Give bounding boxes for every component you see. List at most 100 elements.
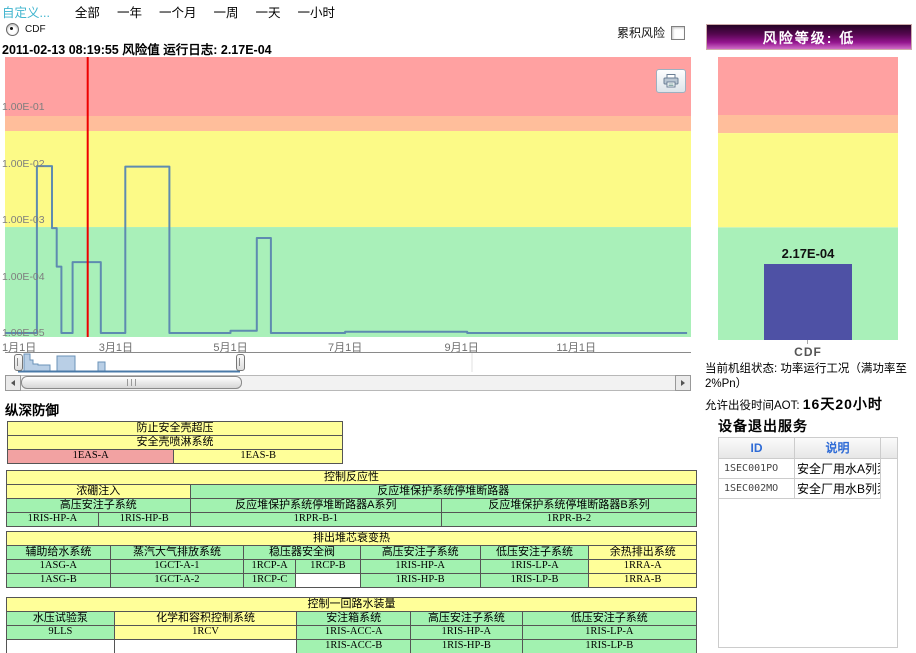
unit-status-label: 当前机组状态: [705,363,777,375]
table-row: 9LLS1RCV1RIS-ACC-A1RIS-HP-A1RIS-LP-A [7,625,696,639]
band-high-risk [5,57,691,116]
cumulative-risk-control: 累积风险 [617,24,685,41]
table-row: 防止安全壳超压 [8,422,342,435]
column-header-id[interactable]: ID [719,438,795,458]
status-cell: 1RIS-ACC-A [296,626,410,639]
status-cell: 反应堆保护系统停堆断路器 [190,485,696,498]
table-row: 1RIS-HP-A1RIS-HP-B1RPR-B-11RPR-B-2 [7,512,696,526]
empty-cell [114,640,297,653]
defense-table-0: 防止安全壳超压安全壳喷淋系统1EAS-A1EAS-B [7,421,343,464]
status-cell: 1RCP-B [295,560,360,573]
range-link-1[interactable]: 一年 [117,2,142,21]
table-row: 1RIS-ACC-B1RIS-HP-B1RIS-LP-B [7,639,696,653]
band-medium-risk [5,131,691,227]
status-cell: 蒸汽大气排放系统 [110,546,244,559]
status-cell: 1ASG-B [7,574,110,587]
defense-table-3: 控制一回路水装量水压试验泵化学和容积控制系统安注箱系统高压安注子系统低压安注子系… [6,597,697,653]
status-cell: 1RIS-HP-A [360,560,480,573]
status-cell: 浓硼注入 [7,485,190,498]
table-row: 浓硼注入反应堆保护系统停堆断路器 [7,484,696,498]
y-tick-label: 1.00E-01 [2,101,45,113]
radio-icon[interactable] [6,23,19,36]
status-cell: 1RIS-LP-B [480,574,589,587]
status-cell: 辅助给水系统 [7,546,110,559]
navigator-left-handle[interactable] [14,354,23,371]
status-cell: 1GCT-A-2 [110,574,244,587]
table-row: 1ASG-A1GCT-A-11RCP-A1RCP-B1RIS-HP-A1RIS-… [7,559,696,573]
status-cell: 排出堆芯衰变热 [7,532,696,545]
equipment-id: 1SEC001PO [719,459,795,479]
arrow-left-icon [11,380,15,386]
status-cell: 防止安全壳超压 [8,422,342,435]
risk-trend-chart [0,57,696,338]
empty-cell [7,640,114,653]
status-cell: 高压安注子系统 [360,546,480,559]
status-cell: 1RIS-HP-B [98,513,190,526]
column-header-desc[interactable]: 说明 [795,438,881,458]
overview-navigator[interactable] [0,352,696,373]
status-cell: 余热排出系统 [588,546,695,559]
gauge-band [718,115,898,133]
equipment-row: 1SEC002MO安全厂用水B列泵电 [719,479,897,499]
risk-monitor-app: 自定义... 全部一年一个月一周一天一小时 CDF 累积风险 2011-02-1… [0,0,916,653]
custom-range-link[interactable]: 自定义... [2,2,50,21]
status-cell: 控制一回路水装量 [7,598,696,611]
table-row: 排出堆芯衰变热 [7,532,696,545]
status-cell: 低压安注子系统 [522,612,696,625]
scroll-right-button[interactable] [675,375,691,391]
status-cell: 1GCT-A-1 [110,560,244,573]
status-cell: 1RCP-C [243,574,295,587]
status-cell: 1RRA-B [588,574,695,587]
status-cell: 1EAS-B [173,450,342,463]
unit-status-text: 当前机组状态: 功率运行工况（满功率至2%Pn） [705,362,916,392]
defense-in-depth-title: 纵深防御 [5,399,59,419]
navigator-area-series [20,354,240,371]
range-link-0[interactable]: 全部 [75,2,100,21]
status-cell: 1RIS-LP-A [522,626,696,639]
status-label: 风险值 运行日志: [122,43,217,57]
checkbox-icon[interactable] [671,26,685,40]
y-tick-label: 1.00E-03 [2,214,45,226]
equipment-table: ID说明1SEC001PO安全厂用水A列泵1SEC002MO安全厂用水B列泵电 [718,437,898,648]
status-cell: 化学和容积控制系统 [114,612,297,625]
table-row: 控制一回路水装量 [7,598,696,611]
range-link-2[interactable]: 一个月 [159,2,197,21]
range-link-4[interactable]: 一天 [255,2,280,21]
equipment-row: 1SEC001PO安全厂用水A列泵 [719,459,897,479]
range-link-5[interactable]: 一小时 [298,2,336,21]
status-cell: 安注箱系统 [296,612,410,625]
y-tick-label: 1.00E-04 [2,271,45,283]
status-cell: 稳压器安全阀 [243,546,359,559]
gauge-bar [764,264,852,340]
status-cell: 反应堆保护系统停堆断路器A系列 [190,499,441,512]
range-link-3[interactable]: 一周 [213,2,238,21]
status-line: 2011-02-13 08:19:55 风险值 运行日志: 2.17E-04 [2,39,272,58]
chart-scrollbar-thumb[interactable] [21,376,242,389]
scroll-left-button[interactable] [5,375,21,391]
status-cell: 1RIS-ACC-B [296,640,410,653]
print-button[interactable] [656,69,686,93]
band-elevated-risk [5,116,691,131]
arrow-right-icon [681,380,685,386]
status-cell: 水压试验泵 [7,612,114,625]
status-cell: 控制反应性 [7,471,696,484]
empty-cell [295,574,360,587]
aot-label: 允许出役时间AOT: [705,400,800,412]
risk-gauge-chart [718,57,898,340]
cumulative-risk-label: 累积风险 [617,24,665,41]
status-datetime: 2011-02-13 08:19:55 [2,43,119,57]
gauge-value-label: 2.17E-04 [782,246,835,261]
status-cell: 1RIS-LP-B [522,640,696,653]
status-cell: 1RIS-HP-A [7,513,98,526]
status-cell: 1EAS-A [8,450,173,463]
status-cell: 低压安注子系统 [480,546,589,559]
status-cell: 1RRA-A [588,560,695,573]
status-cell: 1RPR-B-1 [190,513,441,526]
status-cell: 1RIS-HP-B [410,640,522,653]
navigator-right-handle[interactable] [236,354,245,371]
equipment-description: 安全厂用水A列泵 [795,459,881,479]
status-cell: 1RIS-LP-A [480,560,589,573]
equipment-table-header: ID说明 [719,438,897,459]
status-cell: 1RIS-HP-B [360,574,480,587]
cdf-radio-label: CDF [25,24,46,35]
